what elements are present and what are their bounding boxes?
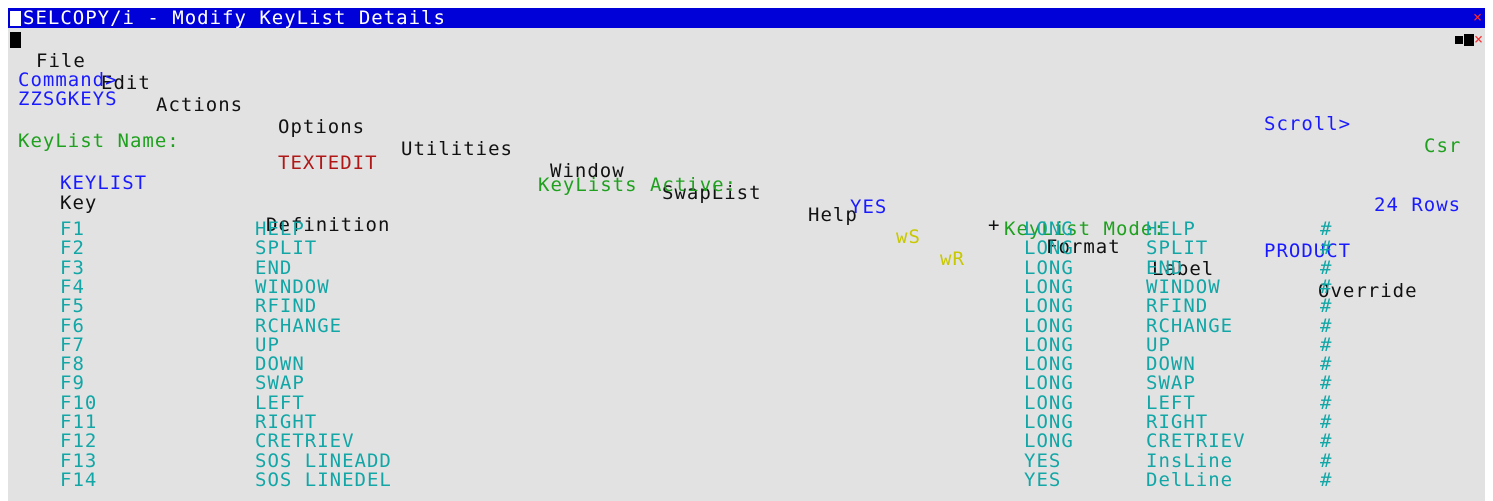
window-controls: × xyxy=(1455,30,1483,48)
maximize-icon[interactable] xyxy=(1464,34,1474,46)
keylist-name-label: KeyList Name: xyxy=(18,130,180,152)
cell-override: # xyxy=(1320,468,1333,491)
panel-id-row: ZZSGKEYS xyxy=(8,66,117,110)
command-line: Command> Scroll> Csr xyxy=(8,47,1485,157)
close-icon[interactable]: × xyxy=(1473,8,1483,28)
terminal-screen: SELCOPY/i - Modify KeyList Details × Fil… xyxy=(8,8,1485,501)
rows-count: 24 Rows xyxy=(1374,194,1462,216)
table-header: Key Definition Format Label Override xyxy=(8,170,1485,302)
keylists-active-value: YES xyxy=(850,196,888,218)
window-title: SELCOPY/i - Modify KeyList Details xyxy=(23,8,446,29)
keylist-info: KeyList Name: TEXTEDIT KeyLists Active: … xyxy=(8,108,1485,262)
cell-key: F14 xyxy=(60,468,98,491)
title-bar: SELCOPY/i - Modify KeyList Details × xyxy=(8,8,1485,29)
header-key: Key xyxy=(60,192,98,214)
table-caption-row: KEYLIST 24 Rows xyxy=(8,150,1485,216)
cell-definition: SOS LINEDEL xyxy=(255,468,392,491)
cell-format: YES xyxy=(1024,468,1062,491)
minimize-icon[interactable] xyxy=(1455,36,1463,44)
panel-id: ZZSGKEYS xyxy=(18,88,118,110)
title-cursor xyxy=(10,11,21,26)
more-indicator-row: + xyxy=(988,192,1038,236)
table-row[interactable]: F14 SOS LINEDEL YES DelLine # xyxy=(8,469,1485,491)
cell-label: DelLine xyxy=(1146,468,1234,491)
